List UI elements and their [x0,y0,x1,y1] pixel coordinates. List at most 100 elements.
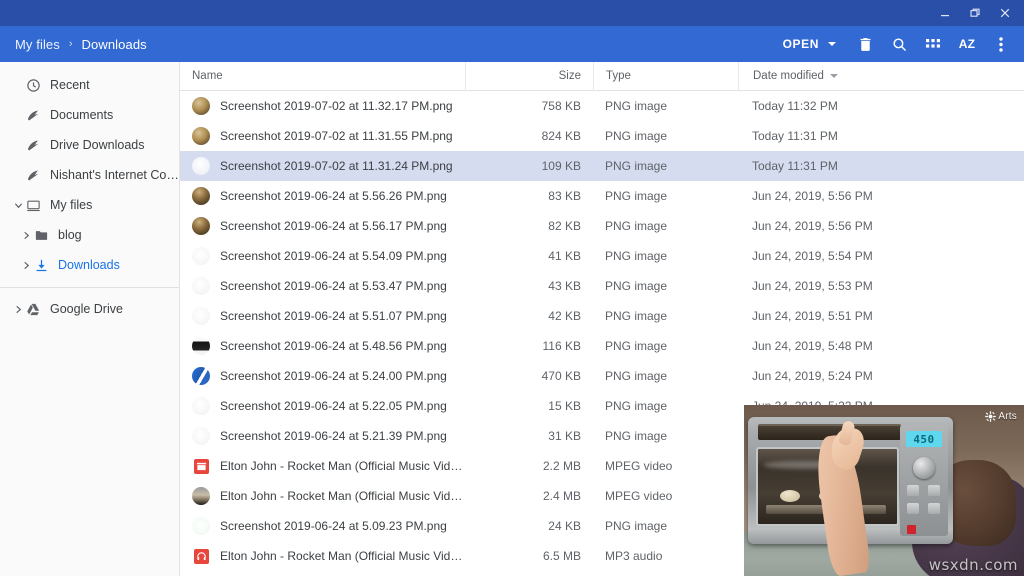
file-name: Screenshot 2019-06-24 at 5.22.05 PM.png [220,399,447,413]
more-options-icon[interactable] [984,29,1018,59]
cell-name: Screenshot 2019-06-24 at 5.22.05 PM.png [180,391,465,421]
sort-az-icon[interactable]: AZ [950,29,984,59]
video-overlay[interactable]: 450 [744,405,1024,576]
cell-size: 2.2 MB [465,451,593,481]
oven-power-led [907,525,916,534]
cell-date-modified: Today 11:32 PM [738,91,1024,121]
cell-type: MPEG video [593,451,738,481]
file-name: Screenshot 2019-06-24 at 5.09.23 PM.png [220,519,447,533]
file-thumbnail [192,217,210,235]
chevron-right-icon[interactable] [10,305,26,314]
minimize-icon[interactable] [930,0,960,26]
table-row[interactable]: Screenshot 2019-06-24 at 5.56.26 PM.png 8… [180,181,1024,211]
maximize-icon[interactable] [960,0,990,26]
file-name: Screenshot 2019-06-24 at 5.24.00 PM.png [220,369,447,383]
video-file-icon [194,459,209,474]
file-thumbnail [192,487,210,505]
cell-type-text: PNG image [605,369,667,383]
table-row[interactable]: Screenshot 2019-06-24 at 5.48.56 PM.png1… [180,331,1024,361]
table-row[interactable]: Screenshot 2019-07-02 at 11.31.24 PM.png… [180,151,1024,181]
file-name: Screenshot 2019-06-24 at 5.56.26 PM.png [220,189,447,203]
table-row[interactable]: Screenshot 2019-06-24 at 5.54.09 PM.png4… [180,241,1024,271]
file-thumbnail [192,367,210,385]
sidebar-item-label: Drive Downloads [50,138,144,152]
cbc-gem-icon [985,411,996,422]
chevron-down-icon [828,42,836,46]
delete-icon[interactable] [848,29,882,59]
sidebar-item-recent[interactable]: Recent [0,70,179,100]
cell-size: 109 KB [465,151,593,181]
breadcrumb-item-downloads[interactable]: Downloads [80,35,149,54]
sidebar-item-label: Nishant's Internet Content [50,168,179,182]
close-icon[interactable] [990,0,1020,26]
file-thumbnail [192,247,210,265]
sidebar-item-blog[interactable]: blog [0,220,179,250]
cell-size-text: 758 KB [542,99,581,113]
breadcrumb-item-my-files[interactable]: My files [13,35,62,54]
cbc-arts-label: Arts [998,411,1017,422]
sidebar-item-drive-downloads[interactable]: Drive Downloads [0,130,179,160]
cell-type-text: PNG image [605,99,667,113]
cell-type-text: PNG image [605,429,667,443]
search-icon[interactable] [882,29,916,59]
sidebar-item-my-files[interactable]: My files [0,190,179,220]
cell-date-modified: Jun 24, 2019, 5:48 PM [738,331,1024,361]
chevron-down-icon[interactable] [10,201,26,210]
cell-name: Screenshot 2019-06-24 at 5.48.56 PM.png [180,331,465,361]
table-row[interactable]: Screenshot 2019-07-02 at 11.31.55 PM.png… [180,121,1024,151]
file-name: Screenshot 2019-07-02 at 11.31.24 PM.png [220,159,453,173]
table-row[interactable]: Screenshot 2019-06-24 at 5.56.17 PM.png8… [180,211,1024,241]
cell-type-text: PNG image [605,399,667,413]
sidebar-item-nishants-internet-content[interactable]: Nishant's Internet Content [0,160,179,190]
cell-size: 2.4 MB [465,481,593,511]
table-row[interactable]: Screenshot 2019-06-24 at 5.24.00 PM.png4… [180,361,1024,391]
column-header-type[interactable]: Type [593,62,738,91]
open-button[interactable]: OPEN [775,32,842,56]
cell-type-text: PNG image [605,249,667,263]
cell-size-text: 83 KB [548,189,581,203]
cell-name: Screenshot 2019-07-02 at 11.31.55 PM.png [180,121,465,151]
file-thumbnail [192,277,210,295]
file-thumbnail [192,127,210,145]
cell-date-modified: Jun 24, 2019, 5:51 PM [738,301,1024,331]
cell-size-text: 2.4 MB [543,489,581,503]
table-row[interactable]: Screenshot 2019-06-24 at 5.51.07 PM.png4… [180,301,1024,331]
cell-size-text: 24 KB [548,519,581,533]
sidebar-item-downloads[interactable]: Downloads [0,250,179,280]
cell-date-modified-text: Jun 24, 2019, 5:53 PM [752,279,873,293]
cell-name: Screenshot 2019-06-24 at 5.09.23 PM.png [180,511,465,541]
table-row[interactable]: Screenshot 2019-06-24 at 5.53.47 PM.png4… [180,271,1024,301]
cell-name: Screenshot 2019-07-02 at 11.31.24 PM.png [180,151,465,181]
folder-icon [34,228,56,243]
column-header-size-label: Size [559,70,581,82]
file-name: Screenshot 2019-06-24 at 5.53.47 PM.png [220,279,447,293]
cell-type-text: PNG image [605,279,667,293]
column-header-date-modified[interactable]: Date modified [738,62,1024,91]
chevron-right-icon[interactable] [18,231,34,240]
cell-date-modified-text: Jun 24, 2019, 5:48 PM [752,339,873,353]
cell-date-modified: Jun 24, 2019, 5:53 PM [738,271,1024,301]
column-header-name[interactable]: Name [180,62,465,91]
computer-icon [26,198,48,213]
sidebar-item-google-drive[interactable]: Google Drive [0,294,179,324]
grid-view-icon[interactable] [916,29,950,59]
chevron-right-icon[interactable] [18,261,34,270]
window-titlebar [0,0,1024,26]
file-list-header: Name Size Type Date modified [180,62,1024,91]
sidebar-item-label: My files [50,198,92,212]
oven-display: 450 [906,431,942,447]
file-thumbnail [192,517,210,535]
app-toolbar: My files › Downloads OPEN [0,26,1024,62]
table-row[interactable]: Screenshot 2019-07-02 at 11.32.17 PM.png… [180,91,1024,121]
audio-file-icon [194,549,209,564]
sidebar-item-label: Recent [50,78,90,92]
file-thumbnail [192,307,210,325]
cell-date-modified-text: Today 11:31 PM [752,129,838,143]
column-header-size[interactable]: Size [465,62,593,91]
cell-type: PNG image [593,301,738,331]
cell-type-text: PNG image [605,519,667,533]
sidebar-item-documents[interactable]: Documents [0,100,179,130]
cell-type: PNG image [593,511,738,541]
column-header-name-label: Name [192,70,223,82]
open-button-label: OPEN [783,37,819,51]
